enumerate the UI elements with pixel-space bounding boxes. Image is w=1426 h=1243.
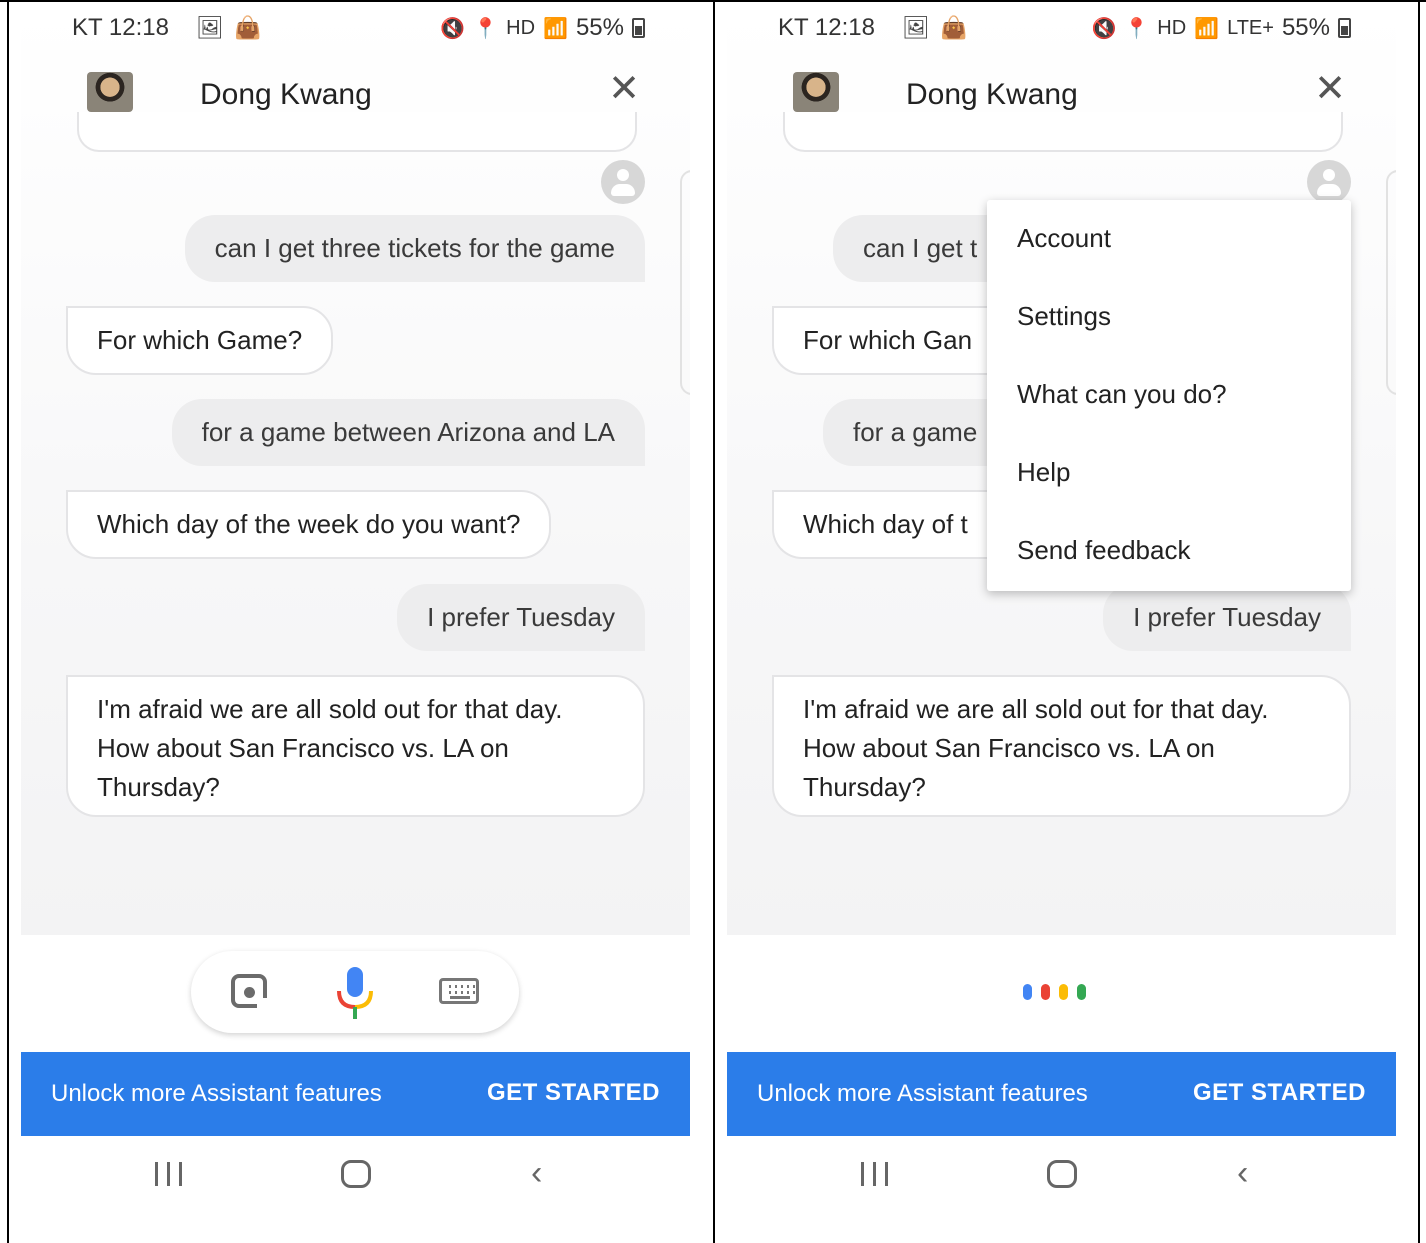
upsell-banner[interactable]: Unlock more Assistant features GET START… (21, 1052, 690, 1136)
lens-icon[interactable] (231, 974, 269, 1010)
hd-icon: HD (506, 16, 536, 39)
location-icon: 📍 (1124, 17, 1150, 40)
shopping-bag-icon: 👜 (233, 15, 262, 40)
frame-divider (713, 0, 715, 1243)
recent-apps-icon[interactable] (155, 1162, 183, 1186)
wifi-icon: 📶 (543, 17, 568, 40)
battery-icon (632, 18, 645, 38)
close-icon[interactable]: ✕ (1312, 70, 1348, 108)
red-dot (1041, 984, 1050, 1000)
battery-level: 55% (575, 14, 624, 41)
assistant-message: I'm afraid we are all sold out for that … (772, 675, 1351, 817)
user-message: I prefer Tuesday (397, 584, 645, 651)
back-icon[interactable]: ‹ (1237, 1156, 1248, 1190)
user-message: can I get three tickets for the game (184, 215, 645, 282)
contact-avatar[interactable] (793, 72, 839, 112)
assistant-message: Which day of the week do you want? (66, 490, 552, 559)
close-icon[interactable]: ✕ (606, 70, 642, 108)
side-panel-edge[interactable] (680, 170, 690, 395)
get-started-button[interactable]: GET STARTED (1193, 1079, 1366, 1107)
gallery-icon: 🖼 (902, 15, 930, 40)
menu-item-send-feedback[interactable]: Send feedback (987, 530, 1351, 608)
gallery-icon: 🖼 (196, 15, 224, 40)
side-panel-edge[interactable] (1386, 170, 1396, 395)
recent-apps-icon[interactable] (861, 1162, 889, 1186)
status-time: KT 12:18 (778, 14, 875, 41)
blue-dot (1023, 984, 1032, 1000)
assistant-message: Which day of t (772, 490, 1022, 559)
yellow-dot (1059, 984, 1068, 1000)
status-time: KT 12:18 (72, 14, 169, 41)
previous-card (783, 112, 1343, 152)
contact-name: Dong Kwang (200, 78, 372, 111)
status-bar: KT 12:18 🖼 👜 🔇 📍 HD 📶 LTE+ 55% (727, 8, 1396, 52)
system-navbar: ‹ (21, 1136, 690, 1216)
wifi-icon: 📶 (1194, 17, 1220, 40)
status-bar: KT 12:18 🖼 👜 🔇 📍 HD 📶 55% (21, 8, 690, 52)
battery-level: 55% (1281, 14, 1330, 41)
phone-screen-right: KT 12:18 🖼 👜 🔇 📍 HD 📶 LTE+ 55% Dong Kwan… (727, 8, 1396, 1243)
assistant-message: For which Gan (772, 306, 1022, 375)
home-icon[interactable] (341, 1160, 371, 1188)
previous-card (77, 112, 637, 152)
listening-indicator (1023, 984, 1086, 1000)
overflow-menu: Account Settings What can you do? Help S… (987, 200, 1351, 591)
upsell-banner[interactable]: Unlock more Assistant features GET START… (727, 1052, 1396, 1136)
lte-indicator: LTE+ (1227, 16, 1274, 39)
menu-item-what-can-you-do[interactable]: What can you do? (987, 374, 1351, 452)
mute-icon: 🔇 (440, 17, 466, 40)
mute-icon: 🔇 (1091, 17, 1117, 40)
menu-item-account[interactable]: Account (987, 218, 1351, 296)
assistant-message: For which Game? (66, 306, 334, 375)
battery-icon (1338, 18, 1351, 38)
shopping-bag-icon: 👜 (939, 15, 968, 40)
frame-border-left (7, 0, 9, 1243)
back-icon[interactable]: ‹ (531, 1156, 542, 1190)
keyboard-icon[interactable] (439, 978, 479, 1004)
phone-screen-left: KT 12:18 🖼 👜 🔇 📍 HD 📶 55% Dong Kwang ✕ c… (21, 8, 690, 1243)
assistant-message: I'm afraid we are all sold out for that … (66, 675, 645, 817)
menu-item-help[interactable]: Help (987, 452, 1351, 530)
green-dot (1077, 984, 1086, 1000)
contact-name: Dong Kwang (906, 78, 1078, 111)
frame-border-right (1418, 0, 1420, 1243)
input-bar (191, 951, 519, 1033)
get-started-button[interactable]: GET STARTED (487, 1079, 660, 1107)
user-message: for a game between Arizona and LA (171, 399, 645, 466)
contact-avatar[interactable] (87, 72, 133, 112)
hd-icon: HD (1157, 16, 1187, 39)
system-navbar: ‹ (727, 1136, 1396, 1216)
mic-icon[interactable] (333, 965, 377, 1021)
location-icon: 📍 (473, 17, 499, 40)
home-icon[interactable] (1047, 1160, 1077, 1188)
menu-item-settings[interactable]: Settings (987, 296, 1351, 374)
user-avatar[interactable] (1307, 160, 1351, 204)
banner-text: Unlock more Assistant features (757, 1080, 1088, 1107)
user-avatar[interactable] (601, 160, 645, 204)
banner-text: Unlock more Assistant features (51, 1080, 382, 1107)
